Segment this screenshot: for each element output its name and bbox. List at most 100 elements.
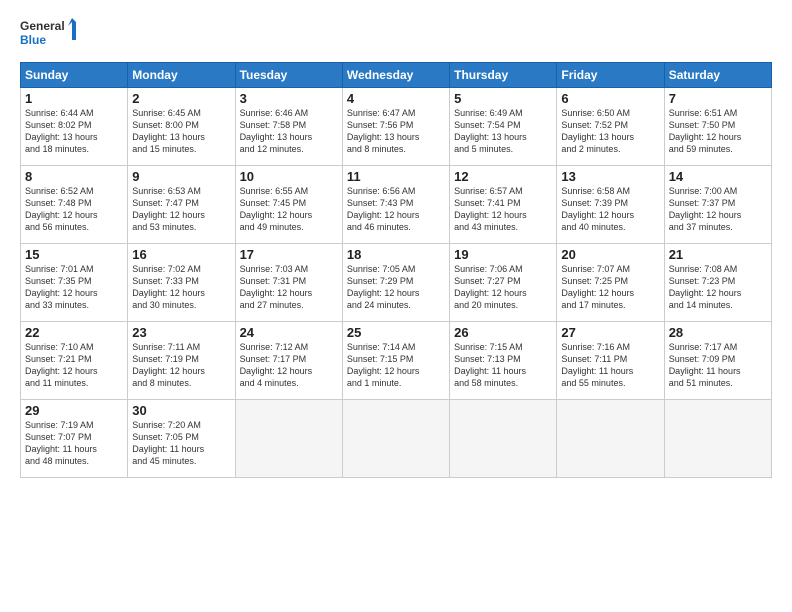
calendar-cell: 15Sunrise: 7:01 AM Sunset: 7:35 PM Dayli… bbox=[21, 244, 128, 322]
calendar-week-2: 8Sunrise: 6:52 AM Sunset: 7:48 PM Daylig… bbox=[21, 166, 772, 244]
day-info: Sunrise: 6:46 AM Sunset: 7:58 PM Dayligh… bbox=[240, 107, 338, 156]
calendar-cell: 7Sunrise: 6:51 AM Sunset: 7:50 PM Daylig… bbox=[664, 88, 771, 166]
page-header: General Blue bbox=[20, 16, 772, 52]
weekday-header-saturday: Saturday bbox=[664, 63, 771, 88]
day-info: Sunrise: 7:05 AM Sunset: 7:29 PM Dayligh… bbox=[347, 263, 445, 312]
calendar-cell: 17Sunrise: 7:03 AM Sunset: 7:31 PM Dayli… bbox=[235, 244, 342, 322]
weekday-header-friday: Friday bbox=[557, 63, 664, 88]
day-info: Sunrise: 6:52 AM Sunset: 7:48 PM Dayligh… bbox=[25, 185, 123, 234]
day-info: Sunrise: 7:16 AM Sunset: 7:11 PM Dayligh… bbox=[561, 341, 659, 390]
day-number: 7 bbox=[669, 91, 767, 106]
day-number: 25 bbox=[347, 325, 445, 340]
day-info: Sunrise: 7:03 AM Sunset: 7:31 PM Dayligh… bbox=[240, 263, 338, 312]
calendar-cell: 20Sunrise: 7:07 AM Sunset: 7:25 PM Dayli… bbox=[557, 244, 664, 322]
calendar-cell: 14Sunrise: 7:00 AM Sunset: 7:37 PM Dayli… bbox=[664, 166, 771, 244]
calendar-cell: 27Sunrise: 7:16 AM Sunset: 7:11 PM Dayli… bbox=[557, 322, 664, 400]
day-number: 3 bbox=[240, 91, 338, 106]
svg-text:Blue: Blue bbox=[20, 33, 46, 47]
day-number: 21 bbox=[669, 247, 767, 262]
calendar-cell: 11Sunrise: 6:56 AM Sunset: 7:43 PM Dayli… bbox=[342, 166, 449, 244]
day-info: Sunrise: 6:57 AM Sunset: 7:41 PM Dayligh… bbox=[454, 185, 552, 234]
calendar-cell: 28Sunrise: 7:17 AM Sunset: 7:09 PM Dayli… bbox=[664, 322, 771, 400]
calendar-cell: 19Sunrise: 7:06 AM Sunset: 7:27 PM Dayli… bbox=[450, 244, 557, 322]
day-number: 30 bbox=[132, 403, 230, 418]
calendar-cell bbox=[235, 400, 342, 478]
calendar-cell bbox=[342, 400, 449, 478]
day-number: 10 bbox=[240, 169, 338, 184]
day-info: Sunrise: 6:44 AM Sunset: 8:02 PM Dayligh… bbox=[25, 107, 123, 156]
calendar-cell: 2Sunrise: 6:45 AM Sunset: 8:00 PM Daylig… bbox=[128, 88, 235, 166]
weekday-header-wednesday: Wednesday bbox=[342, 63, 449, 88]
day-number: 12 bbox=[454, 169, 552, 184]
day-number: 26 bbox=[454, 325, 552, 340]
day-info: Sunrise: 7:02 AM Sunset: 7:33 PM Dayligh… bbox=[132, 263, 230, 312]
calendar-cell: 21Sunrise: 7:08 AM Sunset: 7:23 PM Dayli… bbox=[664, 244, 771, 322]
day-number: 17 bbox=[240, 247, 338, 262]
day-number: 29 bbox=[25, 403, 123, 418]
day-number: 19 bbox=[454, 247, 552, 262]
calendar-header-row: SundayMondayTuesdayWednesdayThursdayFrid… bbox=[21, 63, 772, 88]
day-info: Sunrise: 7:11 AM Sunset: 7:19 PM Dayligh… bbox=[132, 341, 230, 390]
day-info: Sunrise: 6:55 AM Sunset: 7:45 PM Dayligh… bbox=[240, 185, 338, 234]
day-info: Sunrise: 7:10 AM Sunset: 7:21 PM Dayligh… bbox=[25, 341, 123, 390]
day-number: 11 bbox=[347, 169, 445, 184]
day-number: 28 bbox=[669, 325, 767, 340]
day-info: Sunrise: 7:00 AM Sunset: 7:37 PM Dayligh… bbox=[669, 185, 767, 234]
weekday-header-sunday: Sunday bbox=[21, 63, 128, 88]
weekday-header-tuesday: Tuesday bbox=[235, 63, 342, 88]
calendar-week-5: 29Sunrise: 7:19 AM Sunset: 7:07 PM Dayli… bbox=[21, 400, 772, 478]
day-info: Sunrise: 7:08 AM Sunset: 7:23 PM Dayligh… bbox=[669, 263, 767, 312]
calendar-cell: 9Sunrise: 6:53 AM Sunset: 7:47 PM Daylig… bbox=[128, 166, 235, 244]
day-number: 8 bbox=[25, 169, 123, 184]
calendar-cell: 1Sunrise: 6:44 AM Sunset: 8:02 PM Daylig… bbox=[21, 88, 128, 166]
calendar-cell: 26Sunrise: 7:15 AM Sunset: 7:13 PM Dayli… bbox=[450, 322, 557, 400]
calendar-week-4: 22Sunrise: 7:10 AM Sunset: 7:21 PM Dayli… bbox=[21, 322, 772, 400]
calendar-cell: 29Sunrise: 7:19 AM Sunset: 7:07 PM Dayli… bbox=[21, 400, 128, 478]
day-number: 13 bbox=[561, 169, 659, 184]
day-info: Sunrise: 6:53 AM Sunset: 7:47 PM Dayligh… bbox=[132, 185, 230, 234]
day-info: Sunrise: 7:06 AM Sunset: 7:27 PM Dayligh… bbox=[454, 263, 552, 312]
logo-svg: General Blue bbox=[20, 16, 80, 52]
day-number: 14 bbox=[669, 169, 767, 184]
day-info: Sunrise: 7:20 AM Sunset: 7:05 PM Dayligh… bbox=[132, 419, 230, 468]
day-info: Sunrise: 6:47 AM Sunset: 7:56 PM Dayligh… bbox=[347, 107, 445, 156]
calendar-cell: 3Sunrise: 6:46 AM Sunset: 7:58 PM Daylig… bbox=[235, 88, 342, 166]
calendar-cell: 25Sunrise: 7:14 AM Sunset: 7:15 PM Dayli… bbox=[342, 322, 449, 400]
day-info: Sunrise: 7:01 AM Sunset: 7:35 PM Dayligh… bbox=[25, 263, 123, 312]
calendar-cell bbox=[557, 400, 664, 478]
day-info: Sunrise: 7:12 AM Sunset: 7:17 PM Dayligh… bbox=[240, 341, 338, 390]
day-info: Sunrise: 6:51 AM Sunset: 7:50 PM Dayligh… bbox=[669, 107, 767, 156]
calendar-cell: 10Sunrise: 6:55 AM Sunset: 7:45 PM Dayli… bbox=[235, 166, 342, 244]
calendar-cell: 30Sunrise: 7:20 AM Sunset: 7:05 PM Dayli… bbox=[128, 400, 235, 478]
weekday-header-monday: Monday bbox=[128, 63, 235, 88]
day-number: 18 bbox=[347, 247, 445, 262]
calendar-cell bbox=[664, 400, 771, 478]
day-number: 24 bbox=[240, 325, 338, 340]
day-number: 1 bbox=[25, 91, 123, 106]
calendar-cell: 24Sunrise: 7:12 AM Sunset: 7:17 PM Dayli… bbox=[235, 322, 342, 400]
svg-text:General: General bbox=[20, 19, 65, 33]
day-number: 15 bbox=[25, 247, 123, 262]
day-number: 22 bbox=[25, 325, 123, 340]
calendar-cell bbox=[450, 400, 557, 478]
calendar-cell: 22Sunrise: 7:10 AM Sunset: 7:21 PM Dayli… bbox=[21, 322, 128, 400]
day-number: 2 bbox=[132, 91, 230, 106]
day-number: 16 bbox=[132, 247, 230, 262]
day-number: 9 bbox=[132, 169, 230, 184]
day-number: 5 bbox=[454, 91, 552, 106]
calendar-table: SundayMondayTuesdayWednesdayThursdayFrid… bbox=[20, 62, 772, 478]
day-info: Sunrise: 7:14 AM Sunset: 7:15 PM Dayligh… bbox=[347, 341, 445, 390]
logo: General Blue bbox=[20, 16, 80, 52]
day-info: Sunrise: 7:07 AM Sunset: 7:25 PM Dayligh… bbox=[561, 263, 659, 312]
day-info: Sunrise: 7:15 AM Sunset: 7:13 PM Dayligh… bbox=[454, 341, 552, 390]
calendar-cell: 13Sunrise: 6:58 AM Sunset: 7:39 PM Dayli… bbox=[557, 166, 664, 244]
day-info: Sunrise: 6:50 AM Sunset: 7:52 PM Dayligh… bbox=[561, 107, 659, 156]
calendar-cell: 12Sunrise: 6:57 AM Sunset: 7:41 PM Dayli… bbox=[450, 166, 557, 244]
day-info: Sunrise: 7:17 AM Sunset: 7:09 PM Dayligh… bbox=[669, 341, 767, 390]
day-number: 27 bbox=[561, 325, 659, 340]
day-number: 20 bbox=[561, 247, 659, 262]
calendar-cell: 6Sunrise: 6:50 AM Sunset: 7:52 PM Daylig… bbox=[557, 88, 664, 166]
day-number: 4 bbox=[347, 91, 445, 106]
calendar-cell: 18Sunrise: 7:05 AM Sunset: 7:29 PM Dayli… bbox=[342, 244, 449, 322]
calendar-cell: 16Sunrise: 7:02 AM Sunset: 7:33 PM Dayli… bbox=[128, 244, 235, 322]
